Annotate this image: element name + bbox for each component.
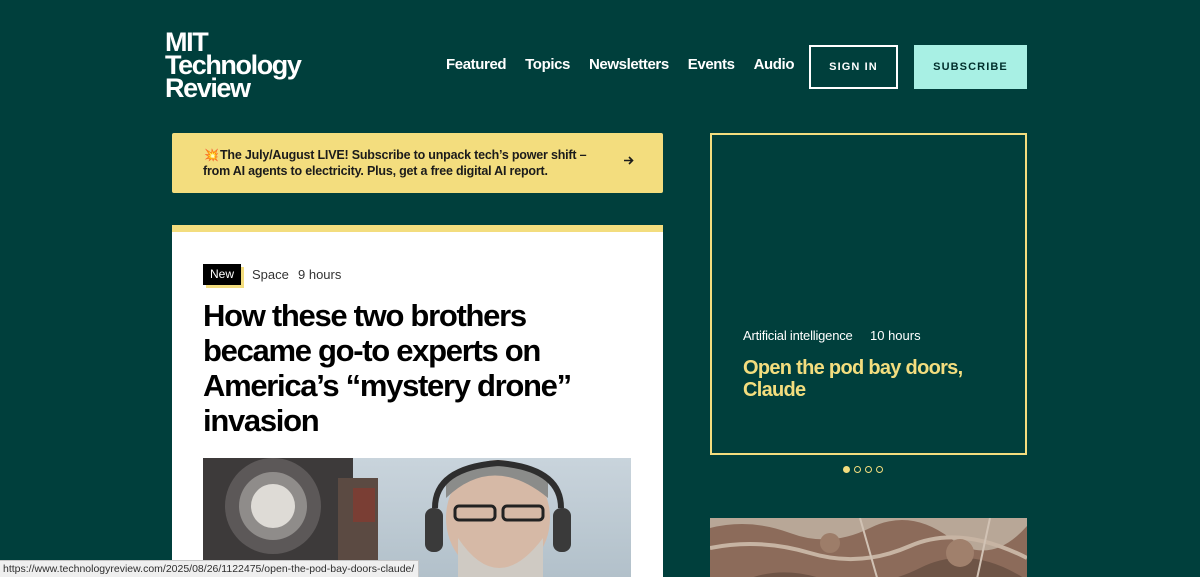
collision-emoji-icon: 💥 [204, 148, 219, 162]
main-article-card[interactable]: New Space 9 hours How these two brothers… [172, 225, 663, 577]
mit-technology-review-logo[interactable]: MIT Technology Review [165, 29, 302, 103]
feature-article-card[interactable]: Artificial intelligence 10 hours Open th… [710, 133, 1027, 455]
carousel-dot-4[interactable] [876, 466, 883, 473]
nav-newsletters[interactable]: Newsletters [589, 56, 669, 73]
article-topic-link[interactable]: Space [252, 267, 289, 282]
nav-events[interactable]: Events [688, 56, 735, 73]
feature-topic-link[interactable]: Artificial intelligence [743, 328, 853, 343]
nav-audio[interactable]: Audio [754, 56, 795, 73]
nav-topics[interactable]: Topics [525, 56, 570, 73]
carousel-dot-3[interactable] [865, 466, 872, 473]
subscribe-button[interactable]: SUBSCRIBE [914, 45, 1027, 89]
promo-banner[interactable]: The July/August LIVE! Subscribe to unpac… [172, 133, 663, 193]
article-title[interactable]: How these two brothers became go-to expe… [203, 298, 623, 438]
terrain-illustration [710, 518, 1027, 577]
new-badge: New [203, 264, 242, 285]
nav-featured[interactable]: Featured [446, 56, 507, 73]
feature-time: 10 hours [870, 328, 921, 343]
feature-title[interactable]: Open the pod bay doors, Claude [743, 357, 1003, 401]
carousel-dot-2[interactable] [854, 466, 861, 473]
article-time: 9 hours [298, 267, 342, 282]
status-bar-url: https://www.technologyreview.com/2025/08… [0, 560, 420, 577]
carousel-dot-1[interactable] [843, 466, 850, 473]
terrain-image[interactable] [710, 518, 1027, 577]
carousel-pagination [843, 466, 883, 473]
main-nav: Featured Topics Newsletters Events Audio [446, 56, 794, 73]
page: MIT Technology Review Featured Topics Ne… [0, 0, 1200, 577]
arrow-right-icon[interactable] [623, 155, 634, 166]
sign-in-button[interactable]: SIGN IN [809, 45, 898, 89]
promo-text: The July/August LIVE! Subscribe to unpac… [203, 148, 587, 178]
logo-line-3: Review [165, 73, 251, 103]
